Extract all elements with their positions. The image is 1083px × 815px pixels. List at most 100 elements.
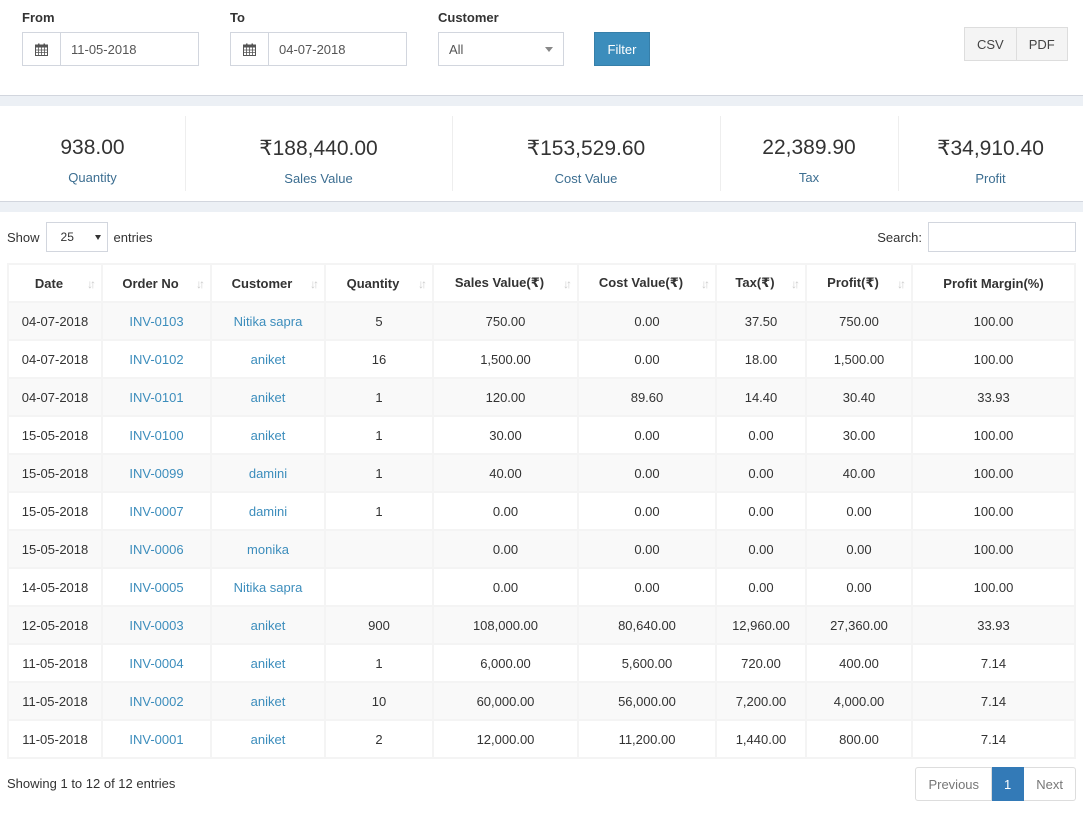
order-link[interactable]: INV-0001	[129, 732, 183, 747]
customer-link[interactable]: Nitika sapra	[234, 314, 303, 329]
profit-cell: 1,500.00	[805, 339, 913, 379]
customer-link[interactable]: aniket	[251, 352, 286, 367]
order-no-cell: INV-0099	[101, 453, 212, 493]
quantity-cell	[324, 567, 434, 607]
customer-link[interactable]: aniket	[251, 694, 286, 709]
column-header[interactable]: Tax(₹) ↓↑	[715, 263, 807, 303]
profit-cell: 30.00	[805, 415, 913, 455]
order-link[interactable]: INV-0103	[129, 314, 183, 329]
customer-cell: aniket	[210, 415, 326, 455]
column-header[interactable]: Profit(₹) ↓↑	[805, 263, 913, 303]
order-no-cell: INV-0006	[101, 529, 212, 569]
profit-margin-cell: 100.00	[911, 529, 1076, 569]
sales-value-cell: 750.00	[432, 301, 579, 341]
order-link[interactable]: INV-0005	[129, 580, 183, 595]
customer-link[interactable]: aniket	[251, 390, 286, 405]
date-cell: 04-07-2018	[7, 377, 103, 417]
profit-cell: 0.00	[805, 529, 913, 569]
calendar-icon[interactable]	[23, 33, 61, 65]
from-date-input[interactable]	[61, 33, 161, 65]
quantity-cell: 1	[324, 643, 434, 683]
sort-icon[interactable]: ↓↑	[791, 277, 800, 291]
customer-link[interactable]: aniket	[251, 618, 286, 633]
customer-select[interactable]: All	[438, 32, 564, 66]
search-input[interactable]	[928, 222, 1076, 252]
customer-link[interactable]: aniket	[251, 428, 286, 443]
csv-button[interactable]: CSV	[964, 27, 1017, 61]
column-header[interactable]: Order No ↓↑	[101, 263, 212, 303]
date-cell: 12-05-2018	[7, 605, 103, 645]
sort-icon[interactable]: ↓↑	[196, 277, 205, 291]
pdf-button[interactable]: PDF	[1016, 27, 1068, 61]
column-header[interactable]: Cost Value(₹) ↓↑	[577, 263, 717, 303]
customer-link[interactable]: aniket	[251, 732, 286, 747]
table-row: 11-05-2018 INV-0002 aniket 10 60,000.00 56,00…	[7, 681, 1076, 721]
sort-icon[interactable]: ↓↑	[418, 277, 427, 291]
sort-icon[interactable]: ↓↑	[563, 277, 572, 291]
order-link[interactable]: INV-0099	[129, 466, 183, 481]
stat-value: ₹188,440.00	[259, 137, 378, 160]
order-link[interactable]: INV-0006	[129, 542, 183, 557]
stat-label: Cost Value	[554, 171, 618, 186]
sort-icon[interactable]: ↓↑	[897, 277, 906, 291]
quantity-cell: 16	[324, 339, 434, 379]
customer-cell: monika	[210, 529, 326, 569]
order-link[interactable]: INV-0101	[129, 390, 183, 405]
customer-link[interactable]: damini	[249, 466, 287, 481]
page-1-button[interactable]: 1	[992, 767, 1025, 801]
date-cell: 15-05-2018	[7, 491, 103, 531]
table-row: 04-07-2018 INV-0101 aniket 1 120.00 89.60 14.4…	[7, 377, 1076, 417]
table-row: 15-05-2018 INV-0099 damini 1 40.00 0.00 0.00 40…	[7, 453, 1076, 493]
summary-stats: 938.00 Quantity ₹188,440.00 Sales Value …	[0, 106, 1083, 202]
sort-icon[interactable]: ↓↑	[310, 277, 319, 291]
order-link[interactable]: INV-0002	[129, 694, 183, 709]
customer-link[interactable]: monika	[247, 542, 289, 557]
column-header[interactable]: Sales Value(₹) ↓↑	[432, 263, 579, 303]
page-length-select[interactable]: 25	[45, 222, 108, 252]
profit-margin-cell: 100.00	[911, 453, 1076, 493]
customer-cell: aniket	[210, 605, 326, 645]
filter-button[interactable]: Filter	[594, 32, 650, 66]
sales-value-cell: 120.00	[432, 377, 579, 417]
column-header[interactable]: Date ↓↑	[7, 263, 103, 303]
stat-label: Tax	[798, 170, 820, 185]
previous-page-button[interactable]: Previous	[915, 767, 993, 801]
column-header-label: Customer	[231, 275, 293, 291]
order-link[interactable]: INV-0102	[129, 352, 183, 367]
customer-link[interactable]: damini	[249, 504, 287, 519]
from-date-group[interactable]	[22, 32, 199, 66]
table-row: 11-05-2018 INV-0001 aniket 2 12,000.00 11,200…	[7, 719, 1076, 759]
column-header[interactable]: Profit Margin(%)	[911, 263, 1076, 303]
to-label: To	[230, 10, 245, 25]
sort-icon[interactable]: ↓↑	[87, 277, 96, 291]
order-no-cell: INV-0007	[101, 491, 212, 531]
column-header[interactable]: Customer ↓↑	[210, 263, 326, 303]
customer-link[interactable]: aniket	[251, 656, 286, 671]
calendar-icon[interactable]	[231, 33, 269, 65]
next-page-button[interactable]: Next	[1024, 767, 1076, 801]
order-link[interactable]: INV-0004	[129, 656, 183, 671]
quantity-cell: 1	[324, 491, 434, 531]
to-date-group[interactable]	[230, 32, 407, 66]
column-header-label: Profit Margin(%)	[943, 275, 1044, 291]
column-header[interactable]: Quantity ↓↑	[324, 263, 434, 303]
to-date-input[interactable]	[269, 33, 369, 65]
order-no-cell: INV-0100	[101, 415, 212, 455]
page-length-value: 25	[60, 230, 74, 244]
cost-value-cell: 80,640.00	[577, 605, 717, 645]
stat-tax: 22,389.90 Tax	[720, 106, 898, 201]
sort-icon[interactable]: ↓↑	[701, 277, 710, 291]
sales-value-cell: 60,000.00	[432, 681, 579, 721]
order-link[interactable]: INV-0003	[129, 618, 183, 633]
tax-cell: 14.40	[715, 377, 807, 417]
order-link[interactable]: INV-0007	[129, 504, 183, 519]
order-link[interactable]: INV-0100	[129, 428, 183, 443]
customer-link[interactable]: Nitika sapra	[234, 580, 303, 595]
order-no-cell: INV-0002	[101, 681, 212, 721]
profit-margin-cell: 100.00	[911, 491, 1076, 531]
customer-label: Customer	[438, 10, 499, 25]
profit-cell: 750.00	[805, 301, 913, 341]
table-row: 04-07-2018 INV-0102 aniket 16 1,500.00 0.00 18…	[7, 339, 1076, 379]
quantity-cell: 5	[324, 301, 434, 341]
quantity-cell: 2	[324, 719, 434, 759]
